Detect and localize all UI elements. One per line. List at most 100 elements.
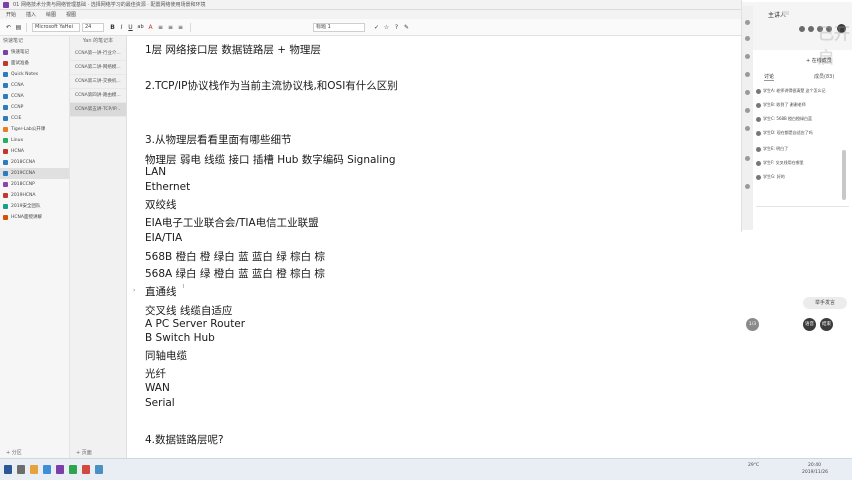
notebook-item[interactable]: Linux — [0, 135, 69, 146]
note-line[interactable]: 交叉线 线缆自适应 — [145, 303, 232, 318]
align-button[interactable]: ≡ — [176, 23, 185, 32]
notebook-item[interactable]: 2018CCNA — [0, 157, 69, 168]
tab-members[interactable]: 成员(83) — [814, 73, 834, 80]
note-line[interactable]: 光纤 — [145, 366, 166, 381]
page-item[interactable]: CCNA第一讲-行业介... — [70, 47, 126, 61]
note-line[interactable]: A PC Server Router — [145, 318, 245, 330]
end-button[interactable]: 结束 — [820, 318, 833, 331]
note-line[interactable]: 4.数据链路层呢? — [145, 432, 224, 447]
explorer-icon[interactable] — [30, 465, 38, 474]
note-line[interactable]: 568B 橙白 橙 绿白 蓝 蓝白 绿 棕白 棕 — [145, 249, 325, 264]
page-item[interactable]: CCNA第三讲-交换机... — [70, 75, 126, 89]
notebook-item[interactable]: Tiger-Lab公开课 — [0, 124, 69, 135]
note-line[interactable]: Serial — [145, 397, 175, 409]
note-line[interactable]: 双绞线 — [145, 197, 177, 212]
page-item[interactable]: CCNA第五讲-TCP/IP... — [70, 103, 126, 117]
notebook-item[interactable]: 2019HCNA — [0, 190, 69, 201]
notebook-item[interactable]: CCIE — [0, 113, 69, 124]
question-tag-button[interactable]: ? — [392, 23, 401, 32]
note-line[interactable]: WAN — [145, 382, 170, 394]
page-list-header: Yan 的笔记本 — [82, 38, 114, 44]
note-line[interactable]: 物理层 弱电 线缆 接口 插槽 Hub 数字编码 Signaling — [145, 152, 396, 167]
page-item[interactable]: CCNA第四讲-路由模... — [70, 89, 126, 103]
page-item[interactable]: CCNA第二讲-网络模... — [70, 61, 126, 75]
mic-icon[interactable] — [799, 26, 805, 32]
notebook-item[interactable]: 2018CCNP — [0, 179, 69, 190]
search-icon[interactable] — [17, 465, 25, 474]
gift-icon[interactable] — [745, 108, 750, 113]
page-indicator[interactable]: 1/3 — [746, 318, 759, 331]
emoji-icon[interactable] — [745, 156, 750, 161]
note-line[interactable]: EIA电子工业联合会/TIA电信工业联盟 — [145, 215, 319, 230]
undo-icon[interactable]: ↶ — [4, 23, 13, 32]
homework-icon[interactable] — [745, 90, 750, 95]
font-size-select[interactable]: 24 — [82, 23, 104, 32]
notebook-item[interactable]: CCNA — [0, 91, 69, 102]
note-line[interactable]: 568A 绿白 绿 橙白 蓝 蓝白 橙 棕白 棕 — [145, 266, 325, 281]
notebook-item[interactable]: Quick Notes — [0, 69, 69, 80]
note-line[interactable]: LAN — [145, 166, 166, 178]
clock-date[interactable]: 2019/11/26 — [802, 470, 828, 476]
chat-app-icon[interactable] — [69, 465, 77, 474]
add-section-button[interactable]: + 分区 — [0, 449, 69, 458]
notebook-item[interactable]: 2019CCNA — [0, 168, 69, 179]
note-line[interactable]: B Switch Hub — [145, 332, 215, 344]
font-name-select[interactable]: Microsoft YaHei — [32, 23, 80, 32]
highlight-button[interactable]: ✎ — [402, 23, 411, 32]
style-select[interactable]: 标题 1 — [313, 23, 365, 32]
note-line[interactable]: 2.TCP/IP协议栈作为当前主流协议栈,和OSI有什么区别 — [145, 78, 398, 93]
notebook-item[interactable]: CCNP — [0, 102, 69, 113]
clipboard-icon[interactable]: ▤ — [14, 23, 23, 32]
media-app-icon[interactable] — [82, 465, 90, 474]
note-line[interactable]: 3.从物理层看看里面有哪些细节 — [145, 132, 292, 147]
chat-scrollbar[interactable] — [842, 150, 846, 200]
important-tag-button[interactable]: ☆ — [382, 23, 391, 32]
file-icon[interactable] — [745, 54, 750, 59]
note-line[interactable]: EIA/TIA — [145, 232, 182, 244]
live-app-icon[interactable] — [95, 465, 103, 474]
members-title[interactable]: + 在线成员 — [806, 57, 832, 64]
notebook-color-icon — [3, 72, 8, 77]
bullet-list-button[interactable]: ≡ — [156, 23, 165, 32]
notebook-item[interactable]: HCNA面授讲解 — [0, 212, 69, 223]
outline-expand-icon[interactable]: › — [133, 287, 135, 294]
camera-icon[interactable] — [808, 26, 814, 32]
note-line[interactable]: Ethernet — [145, 181, 190, 193]
browser-icon[interactable] — [43, 465, 51, 474]
tab-draw[interactable]: 绘图 — [46, 11, 56, 18]
note-page[interactable]: 1层 网络接口层 数据链路层 + 物理层 2.TCP/IP协议栈作为当前主流协议… — [127, 36, 747, 458]
raise-hand-button[interactable]: 举手发言 — [803, 297, 847, 309]
onenote-taskbar-icon[interactable] — [56, 465, 64, 474]
tab-home[interactable]: 开始 — [6, 11, 16, 18]
notice-icon[interactable] — [745, 72, 750, 77]
todo-tag-button[interactable]: ✓ — [372, 23, 381, 32]
note-line[interactable]: 直通线 — [145, 284, 177, 299]
note-line[interactable]: 1层 网络接口层 数据链路层 + 物理层 — [145, 42, 321, 57]
chat-icon[interactable] — [745, 20, 750, 25]
voice-button[interactable]: 语音 — [803, 318, 816, 331]
notebook-item[interactable]: 面试准备 — [0, 58, 69, 69]
members-icon[interactable] — [745, 36, 750, 41]
notebook-item[interactable]: CCNA — [0, 80, 69, 91]
notebook-item[interactable]: 2019安全团队 — [0, 201, 69, 212]
italic-button[interactable]: I — [117, 23, 126, 32]
font-color-button[interactable]: A — [146, 23, 155, 32]
numbered-list-button[interactable]: ≡ — [166, 23, 175, 32]
underline-button[interactable]: U — [126, 23, 135, 32]
strikethrough-button[interactable]: ab — [136, 23, 145, 32]
weather-text[interactable]: 29°C — [748, 463, 759, 469]
tab-discussion[interactable]: 讨论 — [764, 73, 775, 81]
notebook-header[interactable]: 快速笔记 — [0, 36, 69, 47]
notebook-item[interactable]: 快速笔记 — [0, 47, 69, 58]
start-icon[interactable] — [4, 465, 12, 474]
collapse-icon[interactable] — [745, 184, 750, 189]
add-page-button[interactable]: + 页面 — [70, 449, 126, 458]
tab-view[interactable]: 视图 — [66, 11, 76, 18]
tab-insert[interactable]: 插入 — [26, 11, 36, 18]
clock-time[interactable]: 20:40 — [808, 463, 821, 469]
note-line[interactable]: 同轴电缆 — [145, 348, 187, 363]
more-icon[interactable] — [745, 126, 750, 131]
chat-input[interactable] — [756, 206, 849, 224]
bold-button[interactable]: B — [108, 23, 117, 32]
notebook-item[interactable]: HCNA — [0, 146, 69, 157]
